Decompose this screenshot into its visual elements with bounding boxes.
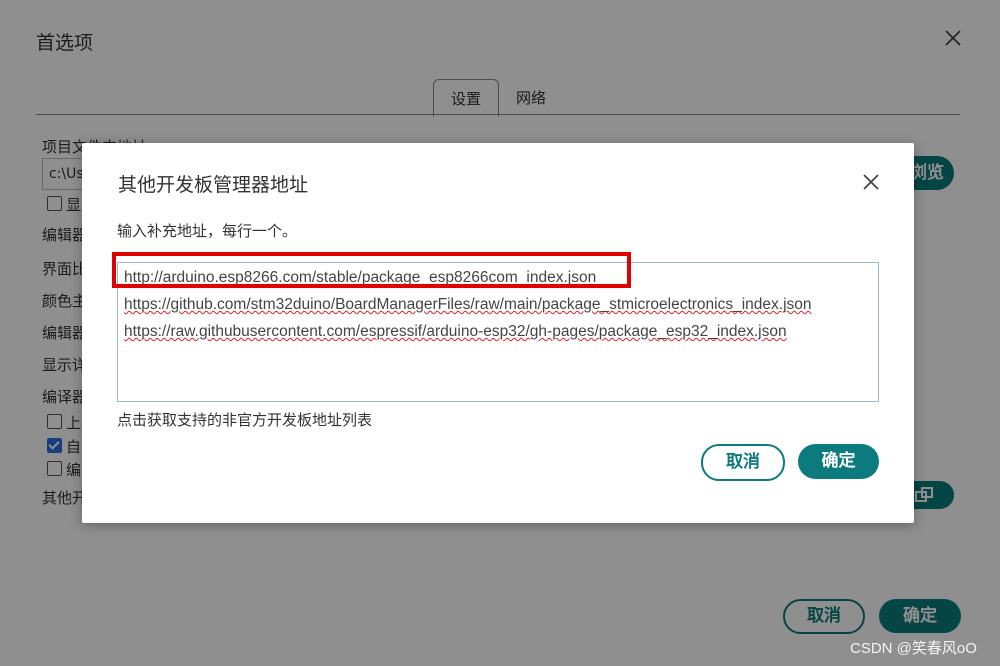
highlight-box bbox=[112, 252, 631, 288]
close-icon[interactable] bbox=[862, 173, 880, 191]
url-line: https://raw.githubusercontent.com/espres… bbox=[124, 323, 787, 340]
cancel-button[interactable]: 取消 bbox=[701, 444, 785, 481]
additional-boards-dialog: 其他开发板管理器地址 输入补充地址，每行一个。 http://arduino.e… bbox=[82, 143, 914, 523]
dialog-hint: 输入补充地址，每行一个。 bbox=[117, 222, 298, 240]
dialog-title: 其他开发板管理器地址 bbox=[118, 174, 309, 196]
url-line: https://github.com/stm32duino/BoardManag… bbox=[124, 296, 812, 313]
ok-button[interactable]: 确定 bbox=[798, 444, 879, 479]
watermark: CSDN @笑春风oO bbox=[850, 640, 977, 657]
unofficial-boards-link[interactable]: 点击获取支持的非官方开发板地址列表 bbox=[117, 409, 372, 430]
